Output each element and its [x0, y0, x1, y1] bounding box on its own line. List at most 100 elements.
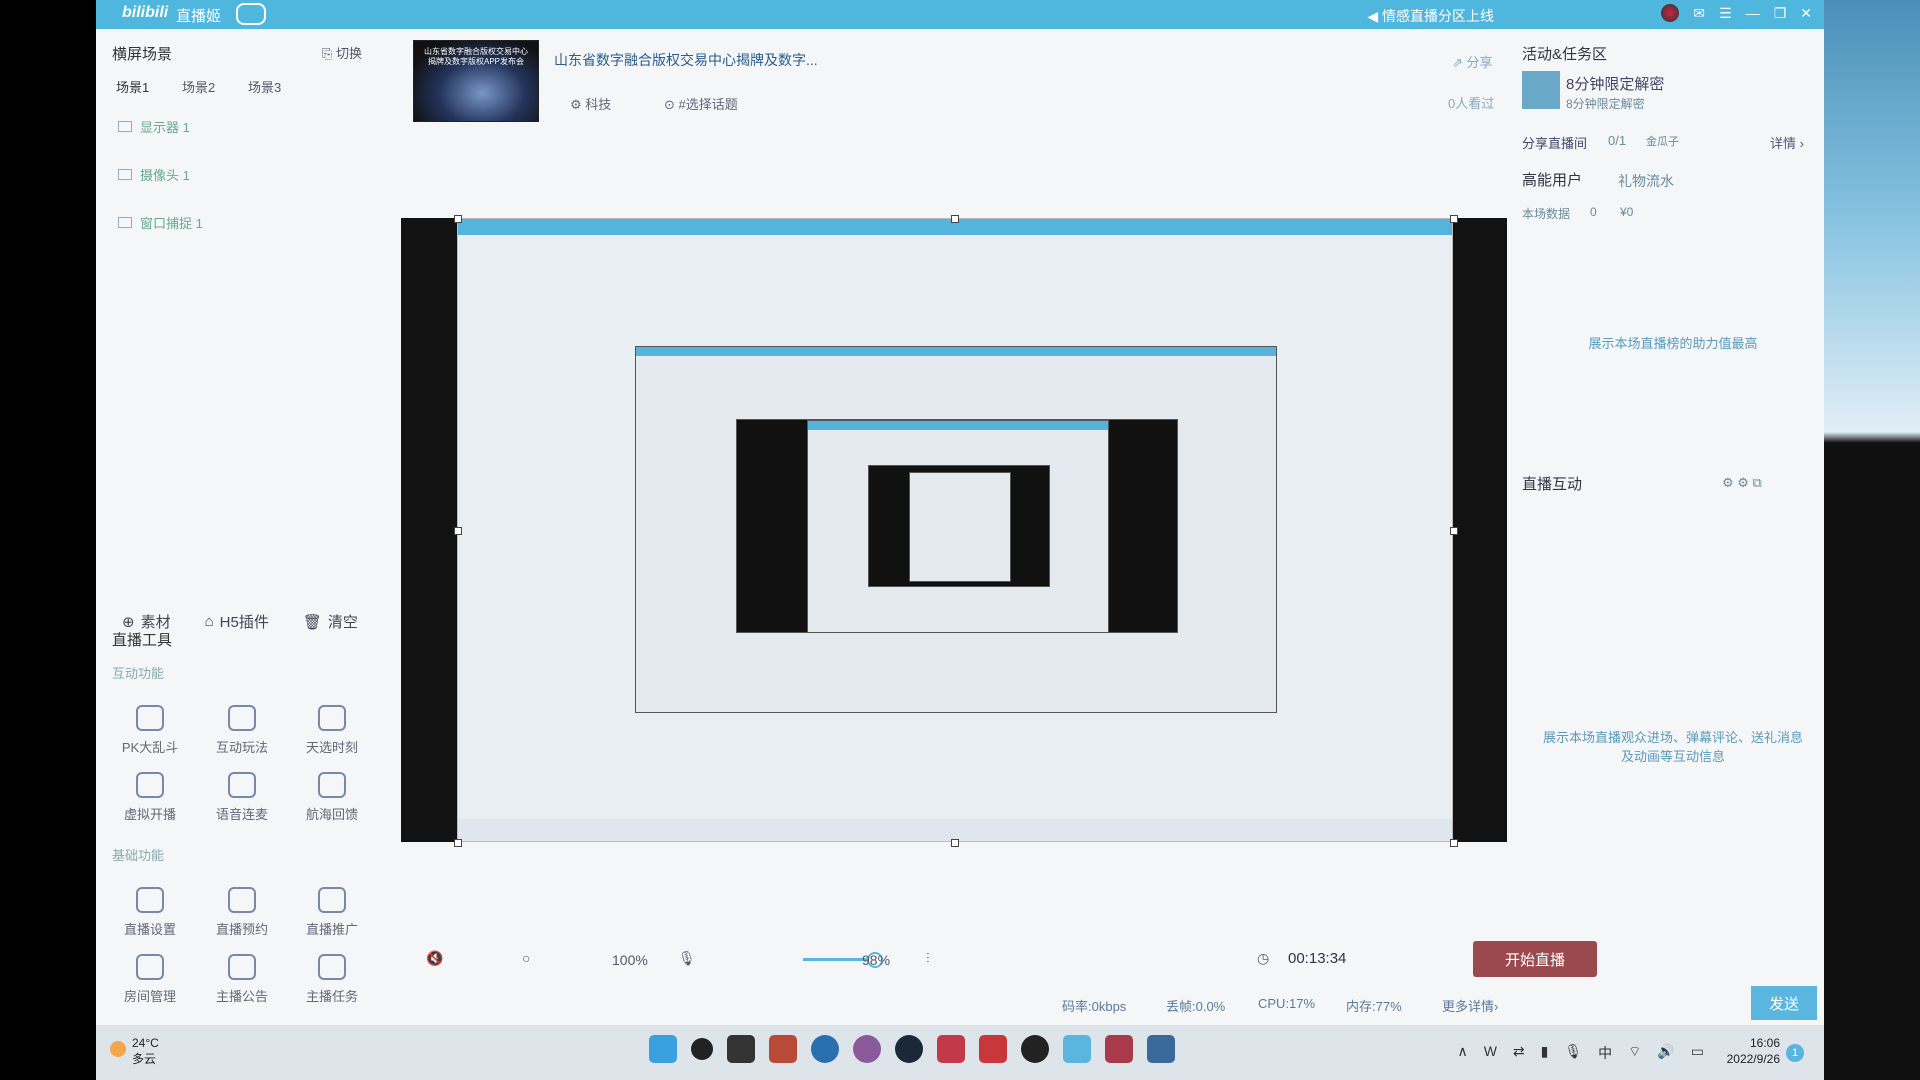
notification-badge[interactable]: 1 — [1786, 1044, 1804, 1062]
interaction-message: 展示本场直播观众进场、弹幕评论、送礼消息及动画等互动信息 — [1542, 730, 1803, 764]
source-display[interactable]: 显示器 1 — [118, 117, 190, 136]
maximize-icon[interactable]: ❐ — [1774, 5, 1787, 22]
voice-link-button[interactable]: 语音连麦 — [202, 772, 282, 823]
close-icon[interactable]: ✕ — [1800, 5, 1812, 22]
h5-plugin-button[interactable]: ⌂ H5插件 — [205, 611, 269, 632]
video-player-icon[interactable] — [1105, 1035, 1133, 1063]
plugin-icon: ⌂ — [204, 613, 214, 630]
interaction-settings-icon[interactable]: ⚙ ⚙ ⧉ — [1722, 475, 1762, 491]
help-ranking-message: 展示本场直播榜的助力值最高 — [1588, 336, 1758, 351]
windows-taskbar: 24°C 多云 ∧ W ⇄ ▮ 🎙 中 ⌔ 🔊 ▭ 16:06 2022/9/2… — [96, 1025, 1824, 1080]
minimize-icon[interactable]: — — [1746, 5, 1760, 21]
scene-tab-3[interactable]: 场景3 — [248, 77, 281, 96]
file-explorer-icon[interactable] — [769, 1035, 797, 1063]
wps-tray-icon[interactable]: W — [1484, 1043, 1497, 1063]
clock[interactable]: 16:06 2022/9/26 — [1727, 1035, 1780, 1067]
clear-button[interactable]: 🗑 清空 — [303, 611, 358, 632]
volume-icon[interactable]: 🔊 — [1657, 1043, 1674, 1063]
live-promo-button[interactable]: 直播推广 — [292, 887, 372, 938]
share-room-count: 0/1 — [1608, 133, 1627, 148]
announcement-button[interactable]: 主播公告 — [202, 954, 282, 1005]
ime-indicator[interactable]: 中 — [1598, 1043, 1612, 1063]
task-view-icon[interactable] — [727, 1035, 755, 1063]
anchor-icon — [318, 772, 346, 798]
live-schedule-button[interactable]: 直播预约 — [202, 887, 282, 938]
live-timer: 00:13:34 — [1288, 950, 1347, 967]
steam-icon[interactable] — [895, 1035, 923, 1063]
share-button[interactable]: ⇗ 分享 — [1452, 52, 1493, 71]
network-stats-icon[interactable]: ▮ — [1541, 1043, 1549, 1063]
virtual-live-button[interactable]: 虚拟开播 — [110, 772, 190, 823]
photos-icon[interactable] — [1147, 1035, 1175, 1063]
room-manage-button[interactable]: 房间管理 — [110, 954, 190, 1005]
streamer-tasks-button[interactable]: 主播任务 — [292, 954, 372, 1005]
app-title: 直播姬 — [176, 8, 222, 25]
activity-subtitle: 8分钟限定解密 — [1566, 97, 1645, 111]
browser-icon[interactable] — [811, 1035, 839, 1063]
interactive-play-button[interactable]: 互动玩法 — [202, 705, 282, 756]
details-link[interactable]: 详情 › — [1770, 133, 1804, 152]
stream-preview[interactable] — [401, 215, 1507, 847]
obs-icon[interactable] — [1021, 1035, 1049, 1063]
send-button[interactable]: 发送 — [1751, 986, 1817, 1020]
weather-widget[interactable]: 24°C 多云 — [110, 1035, 159, 1067]
system-tray: ∧ W ⇄ ▮ 🎙 中 ⌔ 🔊 ▭ — [1457, 1043, 1704, 1063]
activity-image[interactable] — [1522, 71, 1560, 109]
pk-button[interactable]: PK大乱斗 — [110, 705, 190, 756]
mascot-icon — [236, 3, 266, 25]
book-icon — [318, 887, 346, 913]
nested-capture — [635, 346, 1277, 713]
left-sidebar: 横屏场景 ⎘ 切换 场景1 场景2 场景3 显示器 1 摄像头 1 窗口捕捉 1… — [96, 29, 396, 1019]
lucky-draw-button[interactable]: 天选时刻 — [292, 705, 372, 756]
title-bar: bilibili 直播姬 ◀ 情感直播分区上线 ✉ ☰ — ❐ ✕ — [96, 0, 1824, 29]
scene-heading: 横屏场景 — [112, 46, 173, 63]
stats-money: ¥0 — [1620, 205, 1634, 219]
sync-icon[interactable]: ⇄ — [1513, 1043, 1525, 1063]
scene-tab-2[interactable]: 场景2 — [182, 77, 215, 96]
mixer-icon[interactable]: ⫶ — [926, 950, 930, 967]
app-icon[interactable] — [937, 1035, 965, 1063]
preview-capture — [457, 218, 1453, 842]
game-icon — [228, 705, 256, 731]
user-avatar[interactable] — [1661, 4, 1680, 22]
bilibili-live-icon[interactable] — [1063, 1035, 1091, 1063]
menu-icon[interactable]: ☰ — [1719, 5, 1732, 22]
source-window-capture[interactable]: 窗口捕捉 1 — [118, 213, 203, 232]
monitor-icon — [118, 121, 132, 132]
record-icon[interactable]: ○ — [522, 950, 530, 966]
wps-icon[interactable] — [979, 1035, 1007, 1063]
source-camera[interactable]: 摄像头 1 — [118, 165, 190, 184]
category-tag[interactable]: ⚙ 科技 — [570, 94, 611, 113]
firefox-icon[interactable] — [853, 1035, 881, 1063]
high-energy-tab[interactable]: 高能用户 — [1522, 169, 1582, 190]
list-icon — [318, 954, 346, 980]
battery-icon[interactable]: ▭ — [1691, 1043, 1704, 1063]
gift-flow-tab[interactable]: 礼物流水 — [1618, 171, 1674, 191]
mail-icon[interactable]: ✉ — [1693, 5, 1705, 22]
topic-tag[interactable]: ⊙ #选择话题 — [664, 94, 738, 113]
chevron-up-icon[interactable]: ∧ — [1457, 1043, 1467, 1063]
taskbar-apps — [649, 1035, 1175, 1063]
weather-icon — [110, 1041, 126, 1057]
mic-icon[interactable]: 🎙 — [678, 950, 696, 967]
camera-icon — [118, 169, 132, 180]
more-details-link[interactable]: 更多详情› — [1442, 996, 1498, 1015]
search-icon[interactable] — [691, 1038, 713, 1060]
switch-scene-button[interactable]: ⎘ 切换 — [322, 43, 362, 62]
activity-title[interactable]: 8分钟限定解密 — [1566, 73, 1664, 94]
live-tools-heading: 直播工具 — [112, 632, 173, 649]
stream-cover[interactable]: 山东省数字融合版权交易中心揭牌及数字版权APP发布会 — [413, 40, 539, 122]
wifi-icon[interactable]: ⌔ — [1628, 1043, 1641, 1063]
scene-tab-1[interactable]: 场景1 — [116, 77, 149, 96]
voyage-reward-button[interactable]: 航海回馈 — [292, 772, 372, 823]
mic-tray-icon[interactable]: 🎙 — [1564, 1043, 1582, 1063]
start-icon[interactable] — [649, 1035, 677, 1063]
announcement[interactable]: ◀ 情感直播分区上线 — [1367, 6, 1494, 26]
live-streaming-app: bilibili 直播姬 ◀ 情感直播分区上线 ✉ ☰ — ❐ ✕ 横屏场景 ⎘… — [96, 0, 1824, 1080]
gift-icon — [318, 705, 346, 731]
stream-title[interactable]: 山东省数字融合版权交易中心揭牌及数字... — [554, 50, 818, 70]
live-settings-button[interactable]: 直播设置 — [110, 887, 190, 938]
gear-icon — [136, 887, 164, 913]
stats-label: 本场数据 — [1522, 207, 1571, 221]
speaker-mute-icon[interactable]: 🔇 — [426, 950, 443, 967]
